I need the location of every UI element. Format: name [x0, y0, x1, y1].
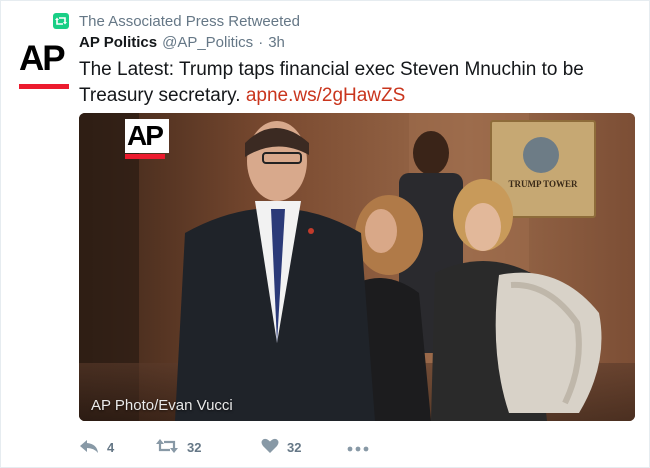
avatar-logo-bar: [19, 84, 69, 89]
retweet-context: The Associated Press Retweeted: [53, 11, 300, 31]
reply-count: 4: [107, 439, 115, 455]
retweet-count: 32: [187, 439, 202, 455]
sign-text: TRUMP TOWER: [509, 179, 578, 189]
photo-credit: AP Photo/Evan Vucci: [91, 397, 233, 414]
photo-logo-bar: [125, 154, 165, 159]
like-count: 32: [287, 439, 302, 455]
tweet-text: The Latest: Trump taps financial exec St…: [79, 57, 639, 109]
like-button[interactable]: 32: [261, 438, 347, 457]
tweet-link[interactable]: apne.ws/2gHawZS: [246, 85, 405, 106]
heart-icon: [261, 438, 279, 457]
author-handle[interactable]: @AP_Politics: [162, 34, 253, 51]
retweet-button[interactable]: 32: [155, 438, 261, 457]
tweet-actions: 4 32 32: [79, 435, 369, 459]
reply-button[interactable]: 4: [79, 438, 155, 457]
photo-scene: TRUMP TOWER: [79, 113, 635, 421]
reply-icon: [79, 438, 99, 457]
ap-photo-logo: AP: [125, 119, 169, 163]
more-icon: [347, 440, 369, 455]
tweet-card[interactable]: The Associated Press Retweeted AP AP Pol…: [0, 0, 650, 468]
avatar[interactable]: AP: [19, 37, 69, 97]
retweet-icon: [155, 438, 179, 457]
tweet-photo[interactable]: TRUMP TOWER AP AP Photo/Evan Vucci: [79, 113, 635, 421]
more-button[interactable]: [347, 440, 369, 455]
photo-logo-text: AP: [125, 119, 169, 153]
author-name[interactable]: AP Politics: [79, 34, 157, 51]
tweet-header: AP Politics @AP_Politics · 3h: [79, 34, 285, 54]
time-separator: ·: [258, 34, 264, 51]
retweeted-by-label[interactable]: The Associated Press Retweeted: [79, 13, 300, 30]
tweet-timestamp[interactable]: 3h: [268, 34, 285, 51]
retweet-icon: [53, 13, 69, 29]
avatar-logo-text: AP: [19, 39, 66, 78]
